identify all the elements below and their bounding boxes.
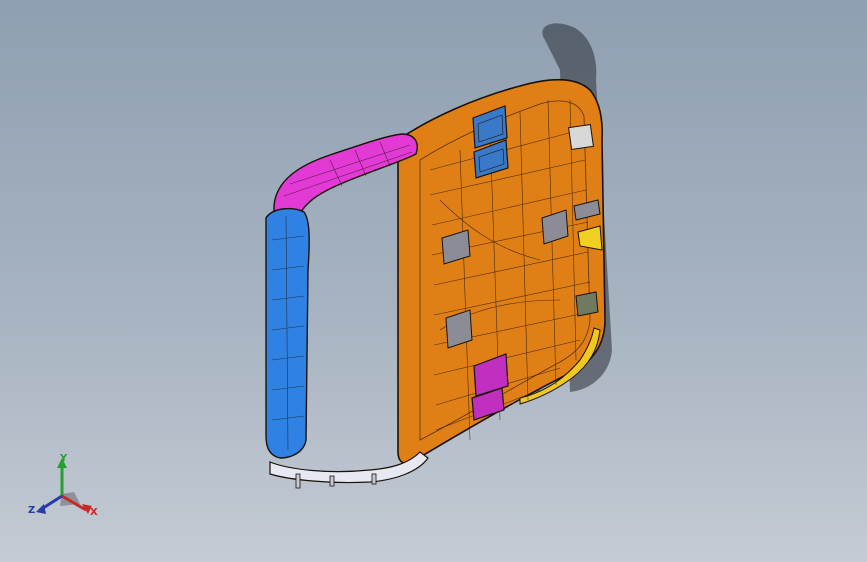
x-axis-label: X <box>90 507 98 518</box>
cad-model-view[interactable] <box>0 0 867 562</box>
coordinate-triad: Y X Z <box>24 446 104 526</box>
y-axis-label: Y <box>60 453 68 464</box>
z-axis-label: Z <box>28 505 36 516</box>
upper-pillar[interactable] <box>273 133 418 221</box>
clip-top-right[interactable] <box>568 124 594 150</box>
graphics-area[interactable]: Y X Z <box>0 0 867 562</box>
